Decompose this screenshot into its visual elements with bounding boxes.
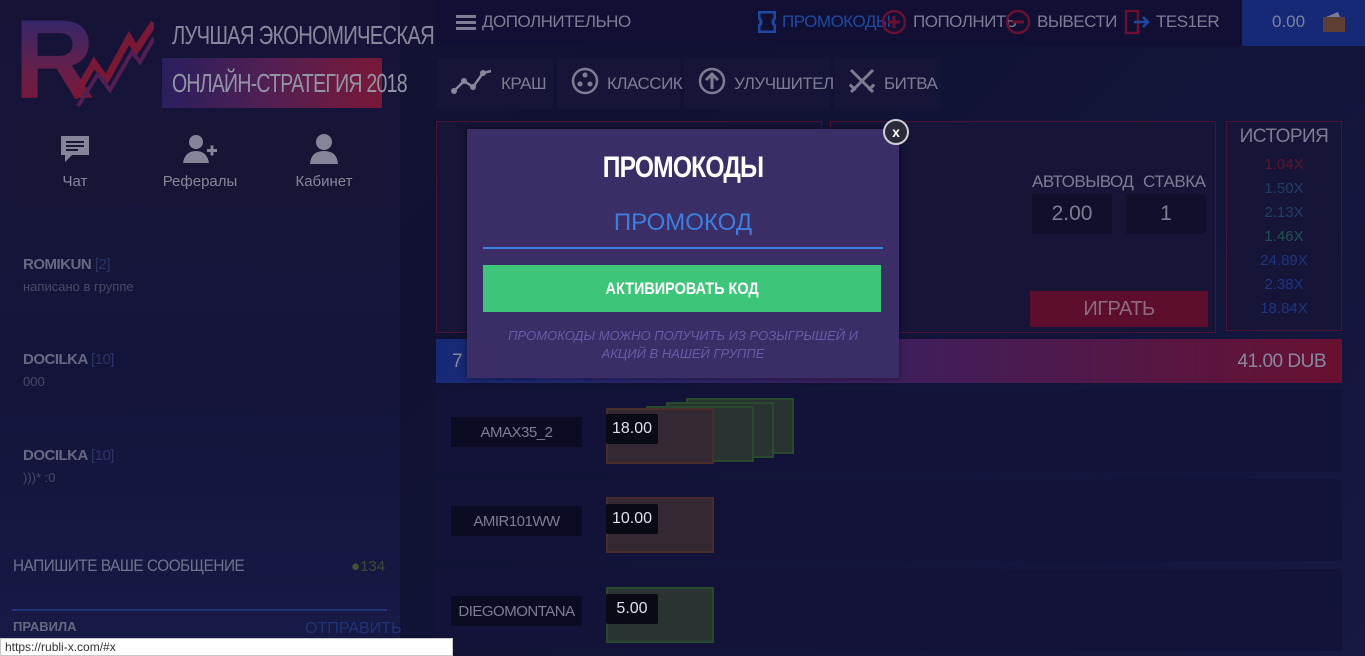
modal-note: ПРОМОКОДЫ МОЖНО ПОЛУЧИТЬ ИЗ РОЗЫГРЫШЕЙ И… xyxy=(508,328,858,361)
promo-code-modal: ПРОМОКОДЫ АКТИВИРОВАТЬ КОД ПРОМОКОДЫ МОЖ… xyxy=(467,129,899,378)
status-bar-url: https://rubli-x.com/#x xyxy=(0,638,453,656)
bet-amount: 18.00 xyxy=(606,414,658,444)
activate-code-label: АКТИВИРОВАТЬ КОД xyxy=(605,278,759,298)
close-icon[interactable]: x xyxy=(883,119,909,145)
bet-amount: 10.00 xyxy=(606,504,658,534)
modal-title: ПРОМОКОДЫ xyxy=(602,151,764,184)
promo-code-input[interactable] xyxy=(483,199,883,249)
activate-code-button[interactable]: АКТИВИРОВАТЬ КОД xyxy=(483,265,881,312)
bet-amount: 5.00 xyxy=(606,594,658,624)
